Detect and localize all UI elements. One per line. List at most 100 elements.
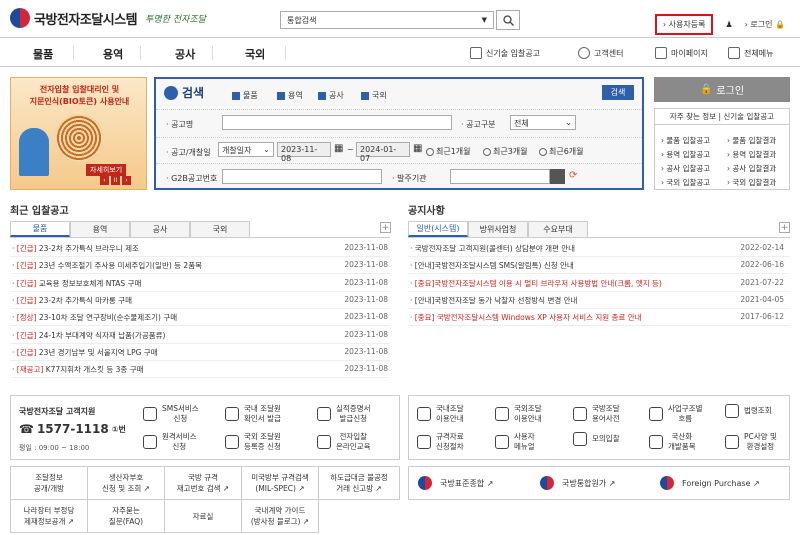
table-row[interactable]: · [긴급] 교육용 정보보호체계 NTAS 구매 2023-11-08 — [12, 278, 388, 289]
tab-units[interactable]: 수요부대 — [528, 221, 588, 237]
link-cell[interactable]: 나라장터 부정당 제재정보공개 ↗ — [10, 499, 88, 533]
quick-link[interactable]: › 국외 입찰결과 — [727, 177, 776, 188]
tab-service[interactable]: 용역 — [70, 221, 130, 237]
notice-row[interactable]: · [중요]국방전자조달시스템 이용 시 멀티 브라우저 사용방법 안내(크롬,… — [410, 278, 784, 289]
notice-name-input[interactable] — [222, 115, 452, 130]
guide-link[interactable]: PC사양 및 환경설정 — [725, 432, 777, 452]
domestic-cert-link[interactable]: 국내 조달원 확인서 발급 — [225, 404, 281, 424]
notice-row[interactable]: · [안내]국방전자조달 동가 낙찰자 선정방식 변경 안내 2021-04-05 — [410, 295, 784, 306]
notice-row[interactable]: · [중요] 국방전자조달시스템 Windows XP 사용자 서비스 지원 종… — [410, 312, 784, 323]
link-cell[interactable]: 자주묻는 질문(FAQ) — [87, 499, 165, 533]
notice-type-select[interactable]: 전체 ⌄ — [510, 115, 576, 130]
guide-link[interactable]: 법령조회 — [725, 404, 772, 418]
table-row[interactable]: · [재공고] K77지휘차 개스킷 등 3종 구매 2023-11-08 — [12, 364, 388, 375]
tab-dapa[interactable]: 방위사업청 — [468, 221, 528, 237]
search-submit-button[interactable]: 검색 — [602, 85, 634, 100]
online-edu-link[interactable]: 전자입찰 온라인교육 — [317, 432, 371, 452]
radio-3month[interactable]: 최근3개월 — [483, 146, 528, 157]
link-cell[interactable]: 국방 규격 재고번호 검색 ↗ — [164, 466, 242, 500]
remote-service-link[interactable]: 원격서비스 신청 — [143, 432, 197, 452]
agency-input[interactable] — [450, 169, 550, 184]
table-row[interactable]: · [긴급] 23-2차 추가특식 브라우니 제조 2023-11-08 — [12, 243, 388, 254]
radio-1month[interactable]: 최근1개월 — [426, 146, 471, 157]
tab-system[interactable]: 일반(시스템) — [408, 221, 468, 237]
tab-goods[interactable]: 물품 — [10, 221, 70, 237]
sms-service-link[interactable]: SMS서비스 신청 — [143, 404, 199, 424]
customer-center-link[interactable]: 고객센터 — [578, 47, 623, 59]
table-row[interactable]: · [긴급] 24-1차 부대계약 식자재 납품(가공품류) 2023-11-08 — [12, 330, 388, 341]
refresh-icon[interactable]: ⟳ — [569, 170, 577, 181]
more-notice-button[interactable]: + — [779, 222, 790, 233]
mypage-link[interactable]: 마이페이지 — [655, 47, 708, 59]
global-search-button[interactable] — [496, 10, 520, 30]
flow-icon — [649, 407, 663, 421]
link-cell[interactable]: 하도급대금 불공정 거래 신고방 ↗ — [318, 466, 400, 500]
guide-link[interactable]: 국방조달 용어사전 — [573, 404, 620, 424]
banner-pause-button[interactable]: II — [111, 176, 120, 185]
family-site-link[interactable]: Foreign Purchase ↗ — [660, 476, 760, 490]
family-site-link[interactable]: 국방통합원가 ↗ — [540, 476, 615, 490]
table-row[interactable]: · [정상] 23-10차 조달 연구장비(순수물제조기) 구매 2023-11-… — [12, 312, 388, 323]
check-service[interactable]: 용역 — [277, 90, 303, 101]
quick-link[interactable]: › 국외 입찰공고 — [661, 177, 710, 188]
dictionary-icon — [573, 407, 587, 421]
guide-link[interactable]: 국내조달 이용안내 — [417, 404, 464, 424]
link-cell[interactable]: 미국방부 규격검색 (MIL-SPEC) ↗ — [241, 466, 319, 500]
logo-title: 국방전자조달시스템 — [34, 12, 138, 28]
site-logo[interactable]: 국방전자조달시스템 투명한 전자조달 — [10, 8, 206, 28]
agency-search-button[interactable] — [550, 169, 565, 184]
link-cell[interactable]: 국내계약 가이드 (방사청 블로그) ↗ — [241, 499, 319, 533]
tab-construction[interactable]: 공사 — [130, 221, 190, 237]
calendar-icon[interactable]: ▦ — [413, 143, 422, 154]
login-link[interactable]: › 로그인 🔒 — [745, 19, 785, 30]
guide-link[interactable]: 국외조달 이용안내 — [495, 404, 542, 424]
banner-more-button[interactable]: 자세히보기 — [86, 164, 127, 176]
calendar-icon[interactable]: ▦ — [334, 143, 343, 154]
g2b-number-input[interactable] — [222, 169, 382, 184]
foreign-cert-link[interactable]: 국외 조달원 등록증 신청 — [225, 432, 281, 452]
promo-banner[interactable]: 전자입찰 입찰대리인 및 지문인식(BIO토큰) 사용안내 — [10, 77, 147, 190]
quick-link[interactable]: › 물품 입찰공고 — [661, 135, 710, 146]
guide-link[interactable]: 사업구조별 흐름 — [649, 404, 703, 424]
all-menu-link[interactable]: 전체메뉴 — [728, 47, 773, 59]
quick-link[interactable]: › 물품 입찰결과 — [727, 135, 776, 146]
check-goods[interactable]: 물품 — [232, 90, 258, 101]
table-row[interactable]: · [긴급] 23년 경기남부 및 서울지역 LPG 구매 2023-11-08 — [12, 347, 388, 358]
tab-foreign[interactable]: 국외 — [190, 221, 250, 237]
quick-link[interactable]: › 공사 입찰결과 — [727, 163, 776, 174]
login-button[interactable]: 🔒 로그인 — [654, 77, 790, 102]
guide-link[interactable]: 규격자료 신청절차 — [417, 432, 464, 452]
link-cell[interactable]: 조달정보 공개/개방 — [10, 466, 88, 500]
check-foreign[interactable]: 국외 — [361, 90, 387, 101]
quick-link[interactable]: › 용역 입찰공고 — [661, 149, 710, 160]
guide-link[interactable]: 국산화 개발품목 — [649, 432, 696, 452]
check-construction[interactable]: 공사 — [318, 90, 344, 101]
banner-next-button[interactable]: › — [122, 176, 131, 185]
date-from-input[interactable]: 2023-11-08 — [277, 142, 331, 163]
date-to-input[interactable]: 2024-01-07 — [356, 142, 410, 163]
banner-prev-button[interactable]: ‹ — [100, 176, 109, 185]
link-cell[interactable]: 자료실 — [164, 499, 242, 533]
nav-construction[interactable]: 공사 — [175, 46, 195, 62]
table-row[interactable]: · [긴급] 23-2차 추가특식 마카롱 구매 2023-11-08 — [12, 295, 388, 306]
global-search-select[interactable]: 통합검색 ▼ — [280, 11, 494, 29]
performance-cert-link[interactable]: 실적증명서 발급신청 — [317, 404, 371, 424]
nav-foreign[interactable]: 국외 — [245, 46, 265, 62]
more-recent-button[interactable]: + — [380, 222, 391, 233]
table-row[interactable]: · [긴급] 23년 수액조절기 주사용 미세주입기(일반) 등 2품목 2023… — [12, 260, 388, 271]
nav-goods[interactable]: 물품 — [33, 46, 53, 62]
link-cell[interactable]: 생산자부호 신청 및 조회 ↗ — [87, 466, 165, 500]
new-tech-notice-link[interactable]: 신기술 입찰공고 — [470, 47, 540, 59]
quick-link[interactable]: › 공사 입찰공고 — [661, 163, 710, 174]
notice-row[interactable]: · 국방전자조달 고객지원(콜센터) 상담분야 개편 안내 2022-02-14 — [410, 243, 784, 254]
notice-row[interactable]: · [안내]국방전자조달시스템 SMS(알림톡) 신청 안내 2022-06-16 — [410, 260, 784, 271]
quick-links-title[interactable]: 자주 찾는 정보 | 신기술 입찰공고 — [655, 109, 789, 125]
quick-link[interactable]: › 용역 입찰결과 — [727, 149, 776, 160]
user-register-link[interactable]: › 사용자등록 — [654, 14, 714, 35]
guide-link[interactable]: 사용자 메뉴얼 — [495, 432, 535, 452]
radio-6month[interactable]: 최근6개월 — [539, 146, 584, 157]
family-site-link[interactable]: 국방표준종합 ↗ — [418, 476, 493, 490]
period-type-select[interactable]: 개찰일자 ⌄ — [218, 142, 274, 157]
nav-service[interactable]: 용역 — [103, 46, 123, 62]
guide-link[interactable]: 모의입찰 — [573, 432, 620, 446]
